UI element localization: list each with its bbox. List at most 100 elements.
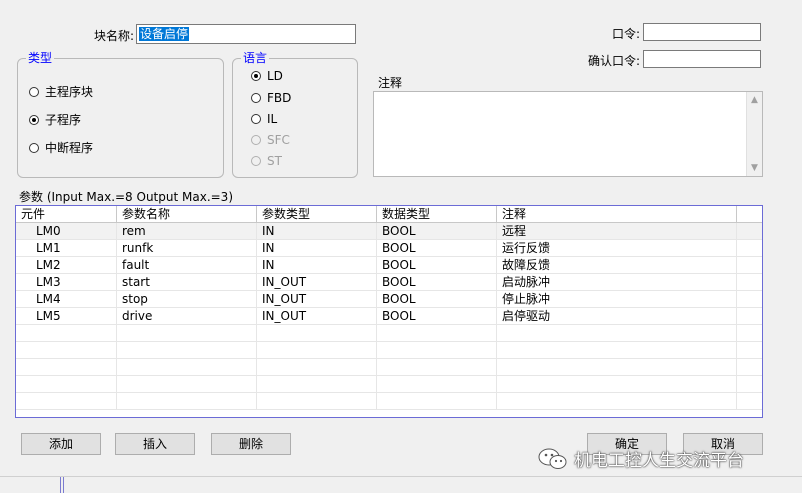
column-header-filler [737, 206, 762, 223]
column-header-element[interactable]: 元件 [16, 206, 117, 223]
block-name-value: 设备启停 [139, 27, 190, 41]
cell-data-type[interactable] [377, 342, 497, 359]
table-row[interactable]: LM0 rem IN BOOL 远程 [16, 223, 762, 240]
cell-param-type[interactable] [257, 376, 377, 393]
cell-param-name[interactable]: start [117, 274, 257, 291]
scroll-up-icon[interactable]: ▲ [747, 93, 762, 107]
cell-comment[interactable]: 启动脉冲 [497, 274, 737, 291]
language-option-il[interactable]: IL [251, 112, 277, 126]
cell-param-name[interactable]: fault [117, 257, 257, 274]
cell-param-type[interactable]: IN [257, 240, 377, 257]
cell-comment[interactable]: 启停驱动 [497, 308, 737, 325]
type-group-title: 类型 [28, 51, 53, 65]
cell-element[interactable] [16, 325, 117, 342]
cell-element[interactable] [16, 359, 117, 376]
comment-scrollbar[interactable]: ▲ ▼ [746, 92, 762, 176]
cell-element[interactable]: LM4 [16, 291, 117, 308]
table-row[interactable]: LM5 drive IN_OUT BOOL 启停驱动 [16, 308, 762, 325]
cell-param-type[interactable] [257, 393, 377, 410]
cell-param-type[interactable] [257, 342, 377, 359]
table-row[interactable] [16, 393, 762, 410]
cell-data-type[interactable] [377, 376, 497, 393]
block-name-input[interactable]: 设备启停 [136, 24, 356, 44]
column-header-comment[interactable]: 注释 [497, 206, 737, 223]
cell-comment[interactable] [497, 342, 737, 359]
cell-param-name[interactable] [117, 325, 257, 342]
cell-filler [737, 223, 762, 240]
type-option-interrupt[interactable]: 中断程序 [29, 139, 93, 156]
cell-comment[interactable] [497, 325, 737, 342]
cell-filler [737, 325, 762, 342]
cell-param-name[interactable]: rem [117, 223, 257, 240]
cell-element[interactable] [16, 342, 117, 359]
cell-filler [737, 257, 762, 274]
cell-element[interactable]: LM0 [16, 223, 117, 240]
cell-comment[interactable]: 远程 [497, 223, 737, 240]
cell-param-name[interactable]: runfk [117, 240, 257, 257]
cell-comment[interactable]: 运行反馈 [497, 240, 737, 257]
cell-element[interactable] [16, 393, 117, 410]
cell-filler [737, 274, 762, 291]
cell-comment[interactable] [497, 376, 737, 393]
cell-param-type[interactable]: IN_OUT [257, 291, 377, 308]
table-row[interactable]: LM3 start IN_OUT BOOL 启动脉冲 [16, 274, 762, 291]
cell-data-type[interactable]: BOOL [377, 223, 497, 240]
table-row[interactable]: LM2 fault IN BOOL 故障反馈 [16, 257, 762, 274]
cell-data-type[interactable]: BOOL [377, 291, 497, 308]
cell-data-type[interactable] [377, 325, 497, 342]
cell-param-name[interactable]: drive [117, 308, 257, 325]
cell-element[interactable]: LM1 [16, 240, 117, 257]
cell-param-type[interactable] [257, 359, 377, 376]
column-header-param-type[interactable]: 参数类型 [257, 206, 377, 223]
delete-button[interactable]: 删除 [211, 433, 291, 455]
cell-param-type[interactable]: IN_OUT [257, 274, 377, 291]
cell-element[interactable]: LM3 [16, 274, 117, 291]
cell-param-type[interactable]: IN [257, 257, 377, 274]
cell-param-name[interactable] [117, 393, 257, 410]
cell-comment[interactable]: 故障反馈 [497, 257, 737, 274]
column-header-param-name[interactable]: 参数名称 [117, 206, 257, 223]
comment-textarea[interactable]: ▲ ▼ [373, 91, 763, 177]
type-option-label: 子程序 [45, 113, 82, 127]
cell-param-name[interactable] [117, 376, 257, 393]
cell-param-type[interactable]: IN [257, 223, 377, 240]
watermark-text: 机电工控人生交流平台 [574, 451, 744, 471]
cell-data-type[interactable]: BOOL [377, 274, 497, 291]
column-header-data-type[interactable]: 数据类型 [377, 206, 497, 223]
cell-comment[interactable] [497, 359, 737, 376]
cell-element[interactable] [16, 376, 117, 393]
cell-param-type[interactable]: IN_OUT [257, 308, 377, 325]
cell-data-type[interactable] [377, 393, 497, 410]
cell-data-type[interactable]: BOOL [377, 308, 497, 325]
cell-comment[interactable] [497, 393, 737, 410]
cell-comment[interactable]: 停止脉冲 [497, 291, 737, 308]
language-option-ld[interactable]: LD [251, 69, 283, 83]
password-input[interactable] [643, 23, 761, 41]
cell-param-type[interactable] [257, 325, 377, 342]
cell-element[interactable]: LM5 [16, 308, 117, 325]
cell-param-name[interactable] [117, 359, 257, 376]
table-row[interactable] [16, 325, 762, 342]
table-row[interactable]: LM4 stop IN_OUT BOOL 停止脉冲 [16, 291, 762, 308]
language-option-label: IL [267, 112, 278, 126]
cell-data-type[interactable]: BOOL [377, 257, 497, 274]
cell-data-type[interactable] [377, 359, 497, 376]
type-option-main[interactable]: 主程序块 [29, 83, 93, 100]
cell-param-name[interactable] [117, 342, 257, 359]
insert-button[interactable]: 插入 [115, 433, 195, 455]
language-option-fbd[interactable]: FBD [251, 91, 291, 105]
table-row[interactable] [16, 376, 762, 393]
type-option-sub[interactable]: 子程序 [29, 111, 81, 128]
cell-data-type[interactable]: BOOL [377, 240, 497, 257]
cell-element[interactable]: LM2 [16, 257, 117, 274]
table-row[interactable]: LM1 runfk IN BOOL 运行反馈 [16, 240, 762, 257]
cell-param-name[interactable]: stop [117, 291, 257, 308]
table-row[interactable] [16, 359, 762, 376]
table-row[interactable] [16, 342, 762, 359]
confirm-password-input[interactable] [643, 50, 761, 68]
type-option-label: 主程序块 [45, 85, 94, 99]
cell-filler [737, 342, 762, 359]
scroll-down-icon[interactable]: ▼ [747, 161, 762, 175]
radio-checked-icon [251, 71, 261, 81]
add-button[interactable]: 添加 [21, 433, 101, 455]
